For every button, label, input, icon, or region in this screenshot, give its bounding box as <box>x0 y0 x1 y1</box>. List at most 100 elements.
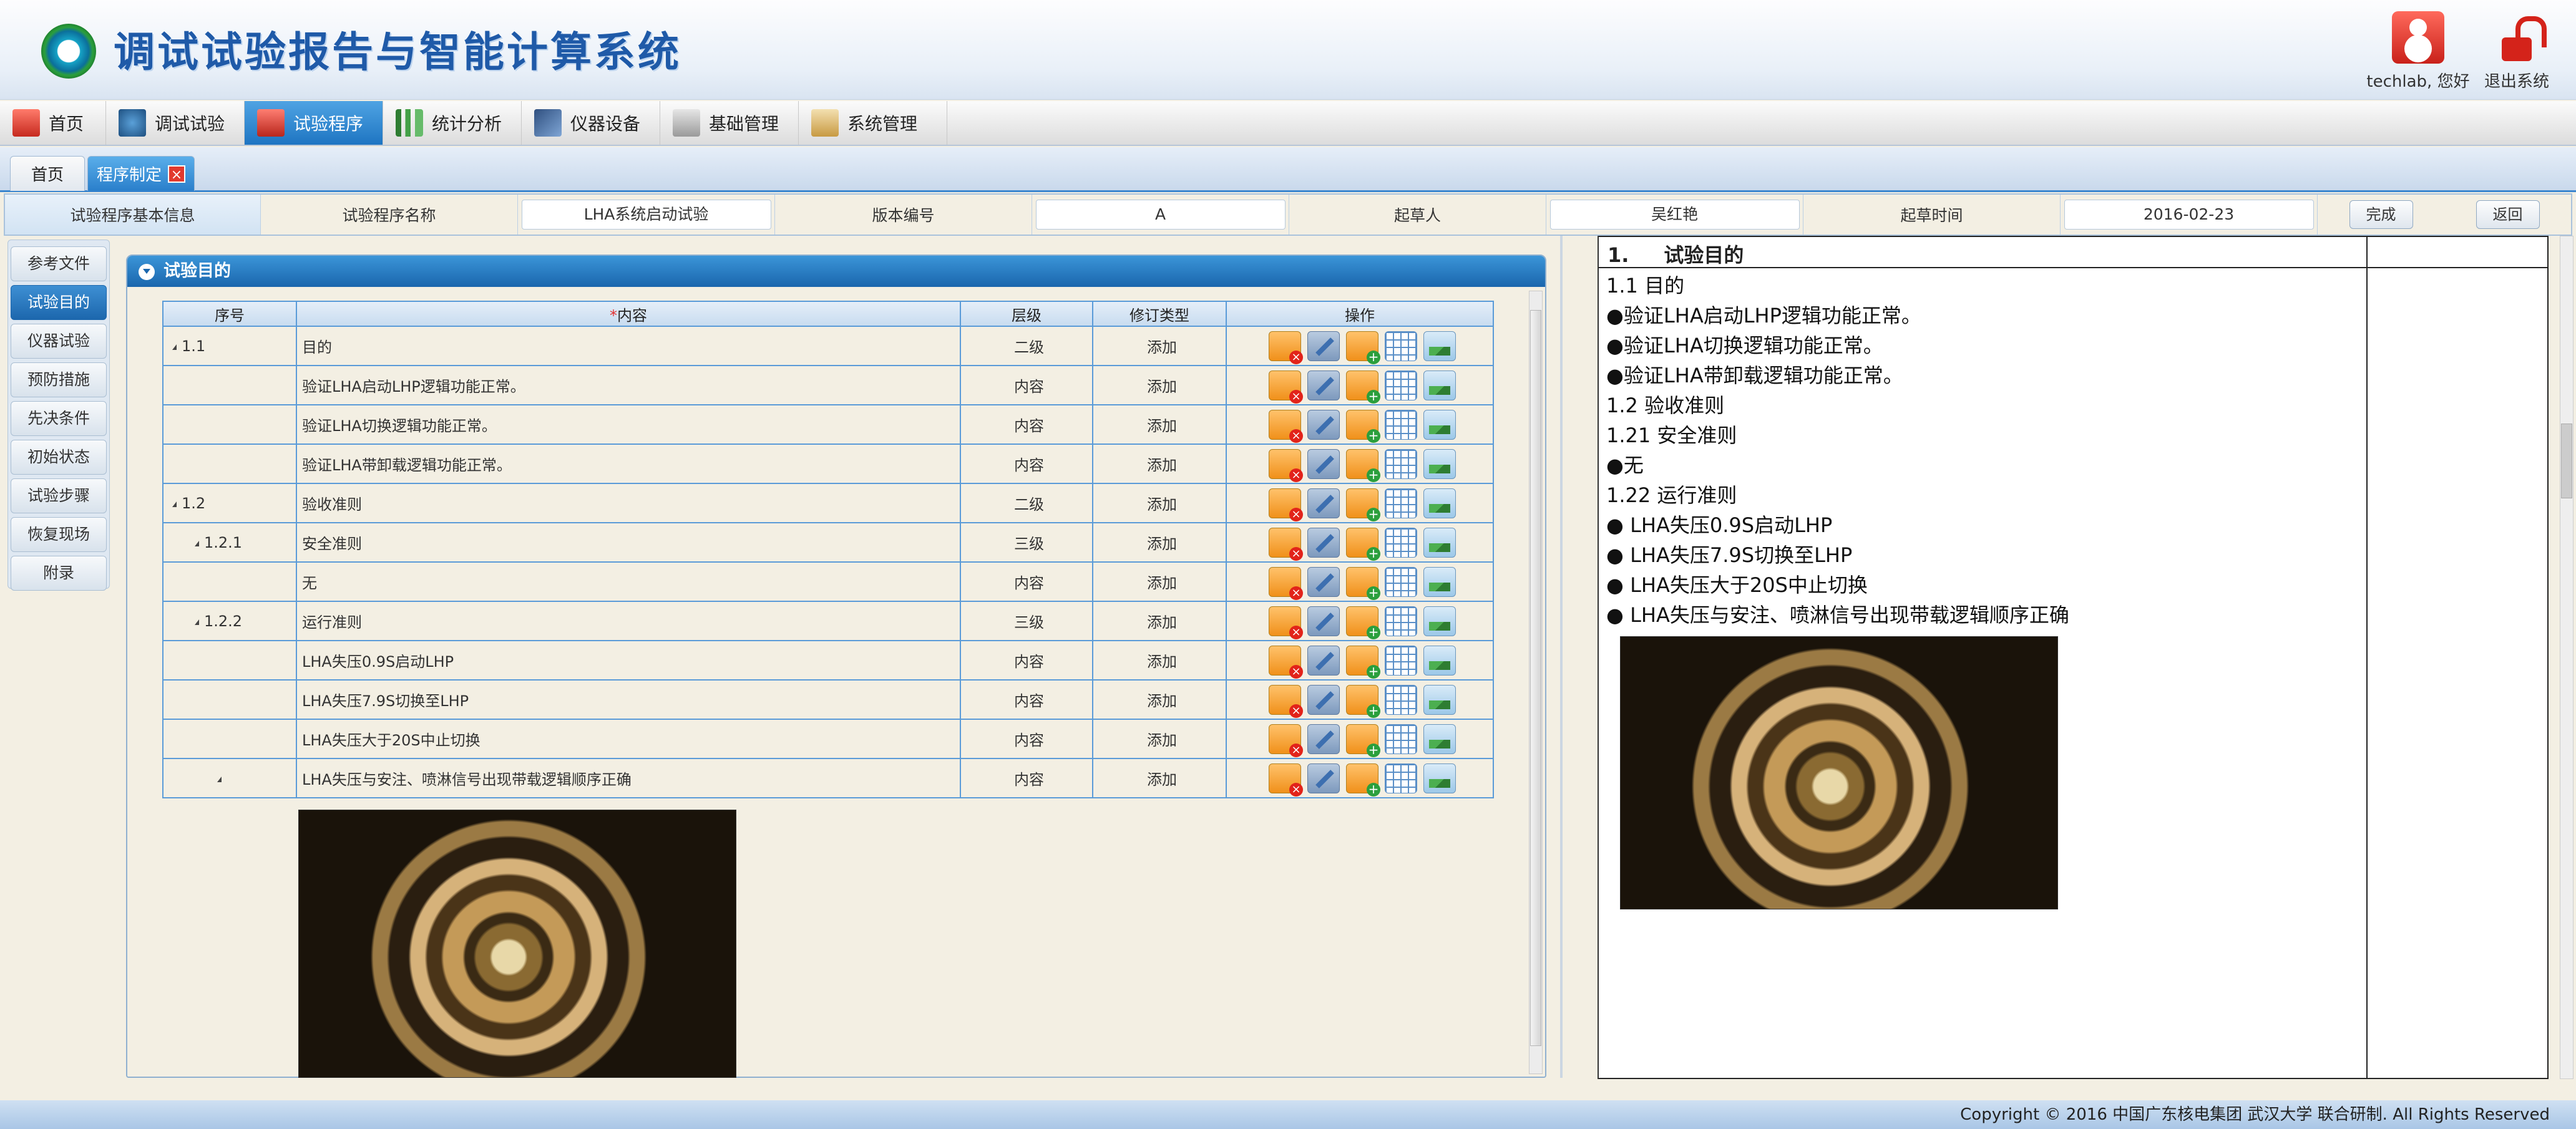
add-icon[interactable] <box>1346 763 1380 797</box>
delete-icon[interactable] <box>1269 763 1303 797</box>
nav-item-home[interactable]: 首页 <box>0 101 106 145</box>
content-cell[interactable]: LHA失压大于20S中止切换 <box>296 719 961 759</box>
delete-icon[interactable] <box>1269 684 1303 718</box>
panel-header[interactable]: 试验目的 <box>127 256 1545 287</box>
image-icon[interactable] <box>1423 370 1456 400</box>
delete-icon[interactable] <box>1269 606 1303 639</box>
add-icon[interactable] <box>1346 566 1380 600</box>
delete-icon[interactable] <box>1269 724 1303 757</box>
edit-icon[interactable] <box>1307 566 1340 597</box>
table-row[interactable]: 1.1 目的 二级 添加 <box>162 326 1494 366</box>
content-cell[interactable]: 无 <box>296 561 961 602</box>
edit-icon[interactable] <box>1307 606 1340 636</box>
content-cell[interactable]: 验收准则 <box>296 483 961 523</box>
table-row[interactable]: 验证LHA切换逻辑功能正常。 内容 添加 <box>162 404 1494 445</box>
table-row[interactable]: 验证LHA启动LHP逻辑功能正常。 内容 添加 <box>162 365 1494 405</box>
delete-icon[interactable] <box>1269 331 1303 364</box>
table-row[interactable]: 无 内容 添加 <box>162 561 1494 602</box>
edit-icon[interactable] <box>1307 763 1340 793</box>
delete-icon[interactable] <box>1269 370 1303 404</box>
preview-scroll-thumb[interactable] <box>2561 424 2572 498</box>
add-icon[interactable] <box>1346 645 1380 679</box>
sidebar-item-reference-docs[interactable]: 参考文件 <box>11 246 107 281</box>
image-icon[interactable] <box>1423 488 1456 518</box>
image-icon[interactable] <box>1423 606 1456 636</box>
delete-icon[interactable] <box>1269 488 1303 521</box>
content-cell[interactable]: LHA失压0.9S启动LHP <box>296 640 961 681</box>
table-icon[interactable] <box>1385 331 1417 361</box>
edit-icon[interactable] <box>1307 488 1340 518</box>
content-cell[interactable]: 运行准则 <box>296 601 961 641</box>
content-cell[interactable]: 验证LHA切换逻辑功能正常。 <box>296 404 961 445</box>
add-icon[interactable] <box>1346 684 1380 718</box>
edit-icon[interactable] <box>1307 331 1340 361</box>
edit-icon[interactable] <box>1307 409 1340 440</box>
version-field[interactable]: A <box>1032 195 1289 235</box>
expand-triangle-icon[interactable] <box>217 776 222 782</box>
sidebar-item-initial-state[interactable]: 初始状态 <box>11 440 107 475</box>
table-icon[interactable] <box>1385 645 1417 676</box>
add-icon[interactable] <box>1346 606 1380 639</box>
collapse-icon[interactable] <box>139 264 155 280</box>
content-cell[interactable]: LHA失压7.9S切换至LHP <box>296 679 961 720</box>
table-icon[interactable] <box>1385 724 1417 754</box>
image-icon[interactable] <box>1423 684 1456 715</box>
name-field[interactable]: LHA系统启动试验 <box>518 195 775 235</box>
table-row[interactable]: 验证LHA带卸载逻辑功能正常。 内容 添加 <box>162 443 1494 484</box>
panel-scrollbar[interactable] <box>1529 291 1543 1074</box>
edit-icon[interactable] <box>1307 448 1340 479</box>
content-cell[interactable]: LHA失压与安注、喷淋信号出现带载逻辑顺序正确 <box>296 758 961 798</box>
image-icon[interactable] <box>1423 331 1456 361</box>
sidebar-item-restore-site[interactable]: 恢复现场 <box>11 517 107 552</box>
edit-icon[interactable] <box>1307 724 1340 754</box>
delete-icon[interactable] <box>1269 566 1303 600</box>
tab-home[interactable]: 首页 <box>10 156 85 191</box>
preview-scrollbar[interactable] <box>2560 236 2574 1079</box>
image-icon[interactable] <box>1423 763 1456 793</box>
image-icon[interactable] <box>1423 527 1456 558</box>
author-field[interactable]: 吴红艳 <box>1546 195 1803 235</box>
content-cell[interactable]: 验证LHA启动LHP逻辑功能正常。 <box>296 365 961 405</box>
table-icon[interactable] <box>1385 409 1417 440</box>
sidebar-item-precautions[interactable]: 预防措施 <box>11 362 107 397</box>
table-icon[interactable] <box>1385 566 1417 597</box>
table-row[interactable]: 1.2.1 安全准则 三级 添加 <box>162 522 1494 563</box>
add-icon[interactable] <box>1346 527 1380 561</box>
add-icon[interactable] <box>1346 409 1380 443</box>
table-icon[interactable] <box>1385 684 1417 715</box>
expand-triangle-icon[interactable] <box>195 619 199 625</box>
image-icon[interactable] <box>1423 566 1456 597</box>
add-icon[interactable] <box>1346 370 1380 404</box>
expand-triangle-icon[interactable] <box>172 344 177 350</box>
logout-button[interactable]: 退出系统 <box>2464 11 2570 92</box>
table-row[interactable]: LHA失压0.9S启动LHP 内容 添加 <box>162 640 1494 681</box>
edit-icon[interactable] <box>1307 527 1340 558</box>
sidebar-item-prerequisites[interactable]: 先决条件 <box>11 401 107 436</box>
add-icon[interactable] <box>1346 331 1380 364</box>
user-button[interactable]: techlab, 您好 <box>2365 11 2471 92</box>
edit-icon[interactable] <box>1307 645 1340 676</box>
sidebar-item-test-steps[interactable]: 试验步骤 <box>11 478 107 513</box>
table-icon[interactable] <box>1385 527 1417 558</box>
image-icon[interactable] <box>1423 645 1456 676</box>
image-icon[interactable] <box>1423 409 1456 440</box>
table-icon[interactable] <box>1385 448 1417 479</box>
table-row[interactable]: 1.2 验收准则 二级 添加 <box>162 483 1494 523</box>
table-icon[interactable] <box>1385 763 1417 793</box>
content-cell[interactable]: 安全准则 <box>296 522 961 563</box>
tab-procedure-drafting[interactable]: 程序制定 × <box>87 156 195 191</box>
back-button[interactable]: 返回 <box>2476 200 2540 229</box>
nav-item-instruments[interactable]: 仪器设备 <box>522 101 660 145</box>
table-icon[interactable] <box>1385 606 1417 636</box>
content-cell[interactable]: 验证LHA带卸载逻辑功能正常。 <box>296 443 961 484</box>
table-icon[interactable] <box>1385 488 1417 518</box>
edit-icon[interactable] <box>1307 370 1340 400</box>
date-field[interactable]: 2016-02-23 <box>2061 195 2318 235</box>
image-icon[interactable] <box>1423 724 1456 754</box>
sidebar-item-test-purpose[interactable]: 试验目的 <box>11 285 107 320</box>
pane-divider[interactable] <box>1560 236 1563 1078</box>
nav-item-statistics[interactable]: 统计分析 <box>383 101 522 145</box>
delete-icon[interactable] <box>1269 448 1303 482</box>
add-icon[interactable] <box>1346 448 1380 482</box>
edit-icon[interactable] <box>1307 684 1340 715</box>
